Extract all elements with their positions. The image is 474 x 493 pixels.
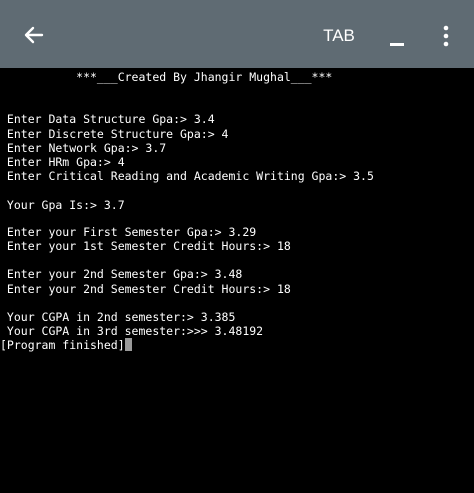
terminal-line: Enter Critical Reading and Academic Writ… — [0, 169, 374, 183]
terminal-line: Enter Network Gpa:> 3.7 — [0, 141, 167, 155]
terminal-line: Your CGPA in 2nd semester:> 3.385 — [0, 310, 236, 324]
terminal-line: Enter your First Semester Gpa:> 3.29 — [0, 225, 257, 239]
tab-button[interactable]: TAB — [312, 22, 366, 50]
terminal-line: Enter your 2nd Semester Credit Hours:> 1… — [0, 282, 291, 296]
terminal-line: Enter Data Structure Gpa:> 3.4 — [0, 112, 215, 126]
more-options-button[interactable] — [432, 20, 460, 52]
terminal-line-prompt: [Program finished] — [0, 338, 474, 352]
terminal-app-screen: TAB ***___Created By Jhangir Mughal___**… — [0, 0, 474, 493]
text-cursor — [124, 338, 132, 351]
arrow-left-icon — [24, 26, 44, 44]
minimize-button[interactable] — [382, 20, 412, 50]
more-vertical-icon — [443, 25, 449, 47]
terminal-line: Enter Discrete Structure Gpa:> 4 — [0, 127, 229, 141]
terminal-line: Enter HRm Gpa:> 4 — [0, 155, 125, 169]
terminal-line: Your CGPA in 3rd semester:>>> 3.48192 — [0, 324, 264, 338]
terminal-output[interactable]: ***___Created By Jhangir Mughal___*** En… — [0, 68, 474, 493]
terminal-line: Enter your 2nd Semester Gpa:> 3.48 — [0, 267, 243, 281]
terminal-line: Enter your 1st Semester Credit Hours:> 1… — [0, 239, 291, 253]
program-finished-text: [Program finished] — [0, 338, 125, 352]
app-toolbar: TAB — [0, 0, 474, 68]
minimize-icon — [390, 43, 404, 46]
terminal-line: Your Gpa Is:> 3.7 — [0, 198, 125, 212]
back-button[interactable] — [14, 18, 54, 52]
terminal-line: ***___Created By Jhangir Mughal___*** — [0, 70, 333, 84]
